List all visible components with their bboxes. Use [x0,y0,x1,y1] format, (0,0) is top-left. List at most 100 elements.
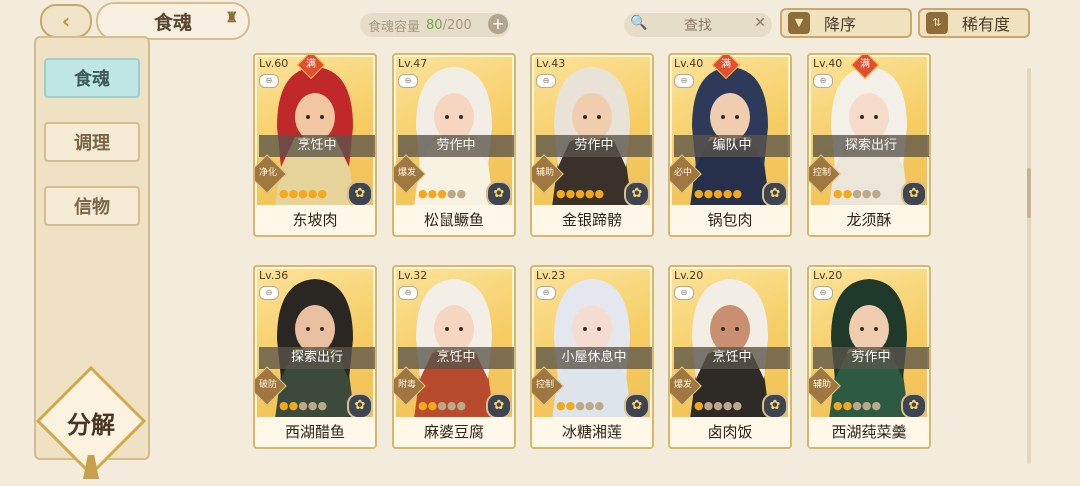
star-icon: ● [703,399,714,412]
sort-rarity-button[interactable]: ⇅ 稀有度 [918,8,1030,38]
level-label: Lv.32 [398,269,428,282]
lock-icon[interactable]: ⊖ [259,74,279,88]
food-soul-card[interactable]: Lv.32 ⊖ 烹饪中 附毒 ●●●●● ✿ 麻婆豆腐 [392,265,516,449]
food-soul-card[interactable]: Lv.47 ⊖ 劳作中 爆发 ●●●●● ✿ 松鼠鳜鱼 [392,53,516,237]
status-banner: 烹饪中 [259,135,375,157]
star-icon: ● [861,187,872,200]
star-icon: ● [288,399,299,412]
role-tag-label: 控制 [535,380,554,390]
star-icon: ● [437,187,447,200]
scrollbar-thumb[interactable] [1027,168,1031,218]
star-icon: ● [418,187,428,200]
star-icon: ● [732,399,743,412]
back-button[interactable]: ‹ [40,4,92,38]
star-icon: ● [418,399,428,412]
sort-desc-button[interactable]: ▼ 降序 [780,8,912,38]
food-soul-card[interactable]: Lv.23 ⊖ 小屋休息中控制 ●●●●● ✿ 冰糖湘莲 [530,265,654,449]
level-label: Lv.43 [536,57,566,70]
role-tag-label: 净化 [258,168,277,178]
star-icon: ● [871,399,882,412]
food-soul-name: 冰糖湘莲 [532,417,652,447]
search-placeholder: 查找 [684,18,712,34]
lock-icon[interactable]: ⊖ [536,74,556,88]
rarity-flower-icon: ✿ [762,181,788,207]
rarity-flower-icon: ✿ [486,393,512,419]
max-badge-text: 满 [860,59,870,70]
back-arrow-icon: ‹ [61,9,71,33]
star-icon: ● [446,399,457,412]
capacity-max: /200 [442,17,472,33]
star-icon: ● [713,399,723,412]
food-soul-card[interactable]: Lv.20 ⊖ 劳作中 辅助 ●●●●● ✿ 西湖莼菜羹 [807,265,931,449]
capacity-display: 食魂容量 80 /200 + [360,13,510,37]
food-soul-card[interactable]: Lv.20 ⊖ 烹饪中 爆发 ●●●●● ✿ 卤肉饭 [668,265,792,449]
star-icon: ● [307,399,318,412]
level-label: Lv.23 [536,269,566,282]
capacity-current: 80 [426,17,443,33]
sort-desc-icon: ▼ [788,12,810,34]
star-rating: ●●●●● [556,187,604,200]
sidebar-item-food-soul[interactable]: 食魂 [44,58,140,98]
food-soul-card[interactable]: Lv.40 ⊖ 满探索出行 控制 ●●●●● ✿ 龙须酥 [807,53,931,237]
star-icon: ● [565,187,576,200]
add-capacity-button[interactable]: + [488,14,508,34]
star-icon: ● [833,399,843,412]
status-banner: 劳作中 [813,347,929,369]
clear-search-icon[interactable]: ✕ [754,15,766,31]
star-icon: ● [556,187,566,200]
star-icon: ● [298,187,308,200]
rarity-flower-icon: ✿ [624,393,650,419]
star-icon: ● [288,187,299,200]
lock-icon[interactable]: ⊖ [813,74,833,88]
lock-icon[interactable]: ⊖ [398,286,418,300]
rarity-flower-icon: ✿ [901,393,927,419]
level-label: Lv.60 [259,57,289,70]
search-icon: 🔍 [630,15,648,31]
star-icon: ● [317,187,328,200]
food-soul-card[interactable]: Lv.36 ⊖ 探索出行 破防 ●●●●● ✿ 西湖醋鱼 [253,265,377,449]
food-soul-card[interactable]: Lv.43 ⊖ 劳作中 辅助 ●●●●● ✿ 金银蹄髈 [530,53,654,237]
food-soul-name: 卤肉饭 [670,417,790,447]
page-title: 食魂 ♜ [96,2,250,40]
star-icon: ● [871,187,882,200]
scrollbar-track[interactable] [1027,68,1031,464]
search-input[interactable]: 🔍 查找 ✕ [624,13,772,37]
role-tag-label: 必中 [673,168,692,178]
star-icon: ● [703,187,714,200]
star-rating: ●●●●● [833,187,881,200]
sidebar-item-conditioning[interactable]: 调理 [44,122,140,162]
status-banner: 小屋休息中 [536,347,652,369]
sidebar-item-keepsake[interactable]: 信物 [44,186,140,226]
lock-icon[interactable]: ⊖ [674,74,694,88]
star-icon: ● [427,399,438,412]
star-icon: ● [565,399,576,412]
star-icon: ● [279,399,289,412]
level-label: Lv.20 [813,269,843,282]
star-icon: ● [279,187,289,200]
decompose-label: 分解 [67,410,115,439]
food-soul-name: 西湖醋鱼 [255,417,375,447]
food-soul-name: 金银蹄髈 [532,205,652,235]
sort-rarity-label: 稀有度 [962,15,1011,34]
role-tag-label: 附毒 [397,380,416,390]
star-icon: ● [456,187,467,200]
star-rating: ●●●●● [694,399,742,412]
food-soul-card[interactable]: Lv.40 ⊖ 满编队中 必中 ●●●●● ✿ 锅包肉 [668,53,792,237]
lock-icon[interactable]: ⊖ [674,286,694,300]
role-tag-label: 控制 [812,168,831,178]
food-soul-name: 松鼠鳜鱼 [394,205,514,235]
star-rating: ●●●●● [418,399,466,412]
food-soul-card[interactable]: Lv.60 ⊖ 满烹饪中 净化 ●●●●● ✿ 东坡肉 [253,53,377,237]
status-banner: 探索出行 [813,135,929,157]
lock-icon[interactable]: ⊖ [813,286,833,300]
lock-icon[interactable]: ⊖ [536,286,556,300]
star-icon: ● [732,187,743,200]
sort-rarity-icon: ⇅ [926,12,948,34]
level-label: Lv.47 [398,57,428,70]
rarity-flower-icon: ✿ [347,181,373,207]
lock-icon[interactable]: ⊖ [259,286,279,300]
star-rating: ●●●●● [556,399,604,412]
star-icon: ● [861,399,872,412]
food-soul-name: 麻婆豆腐 [394,417,514,447]
lock-icon[interactable]: ⊖ [398,74,418,88]
